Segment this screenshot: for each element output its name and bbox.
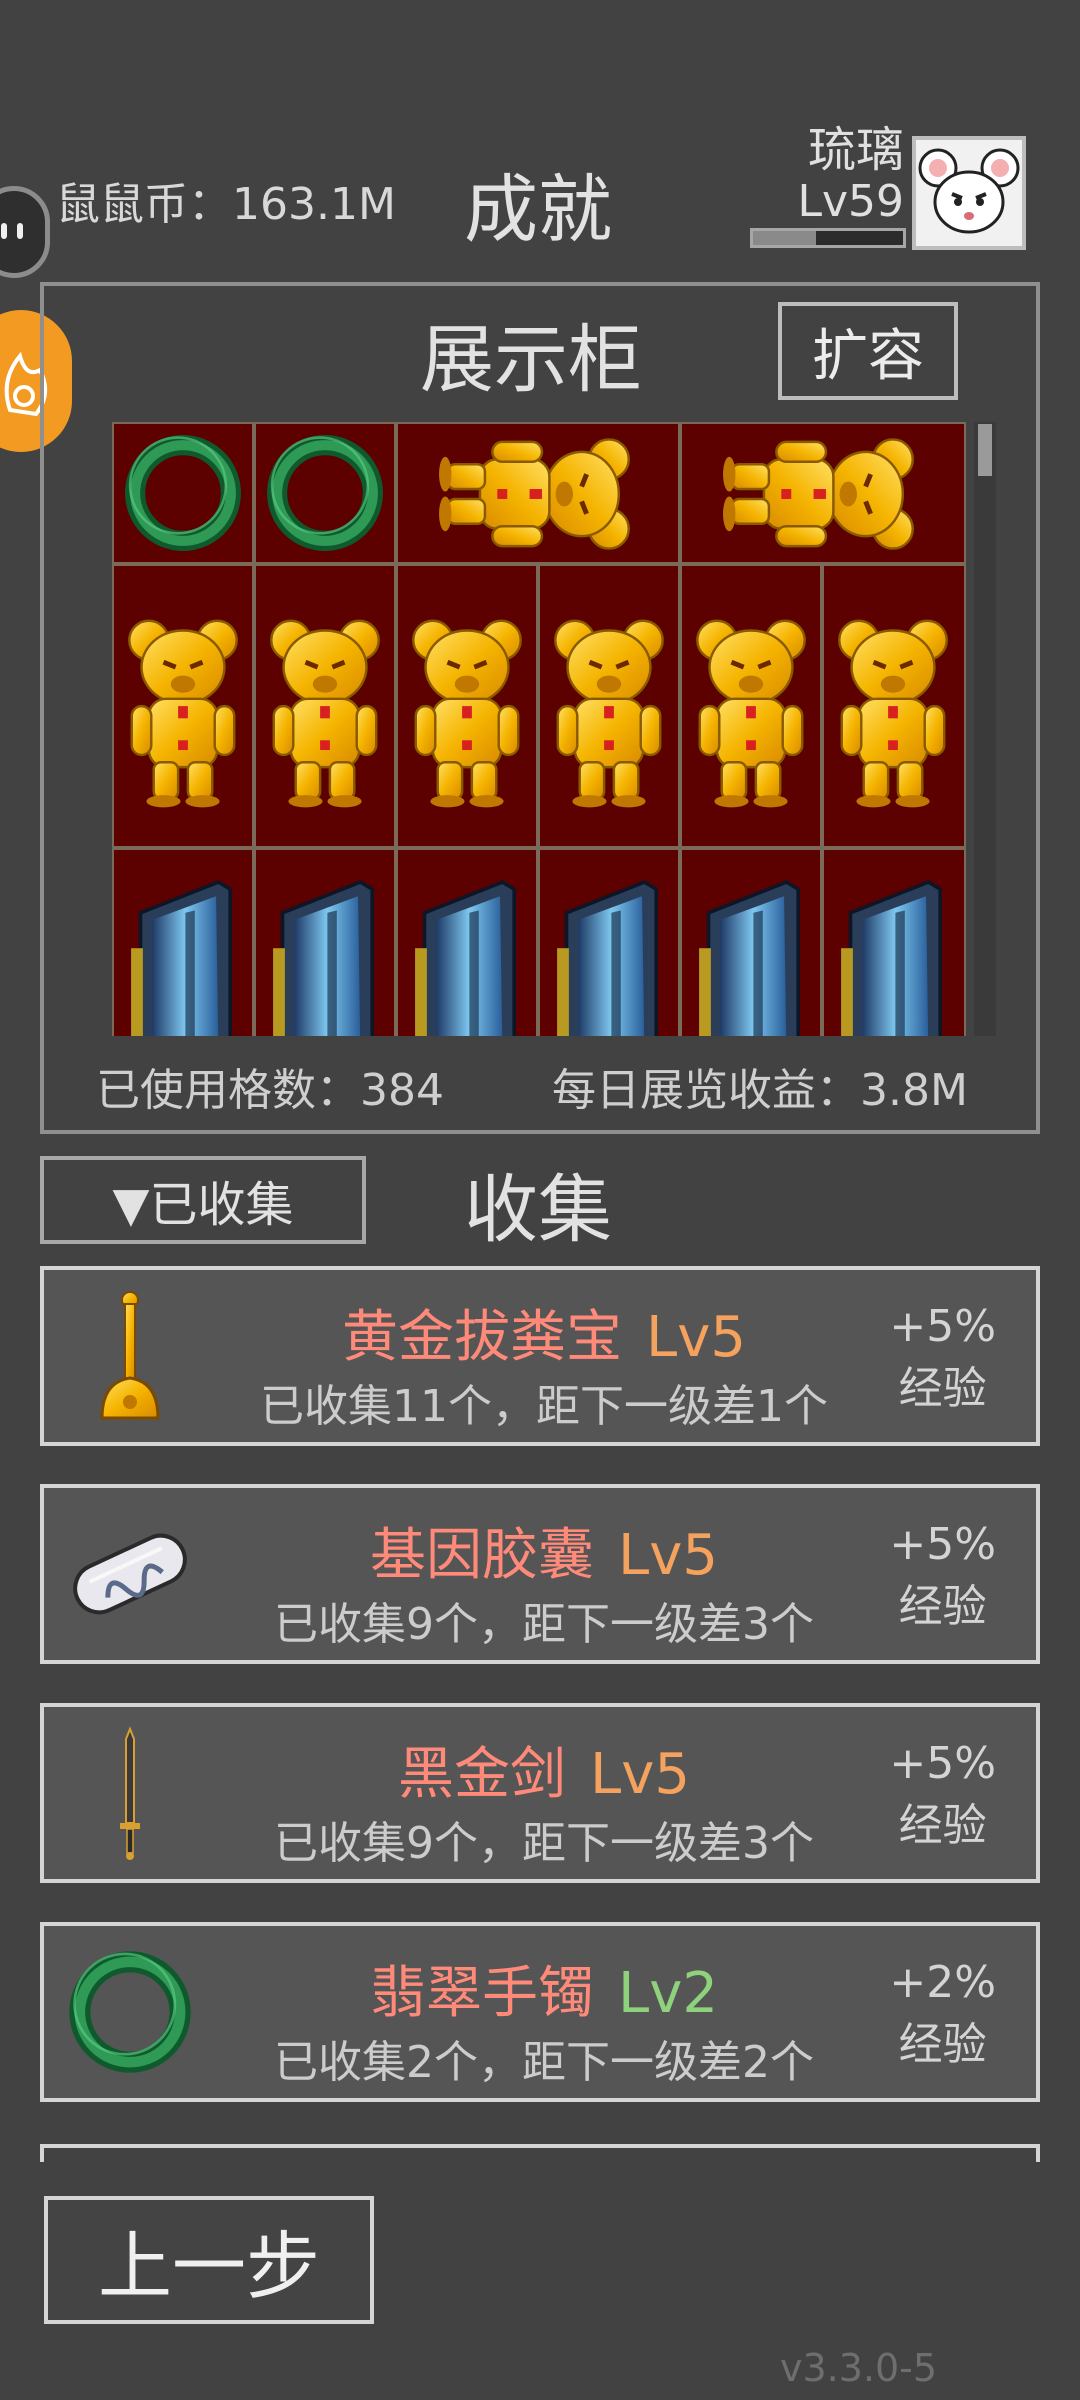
gold-bear-icon	[398, 566, 536, 846]
bonus-type: 经验	[898, 1800, 987, 1851]
xp-progress-fill	[753, 231, 816, 245]
avatar[interactable]	[912, 136, 1026, 250]
item-bonus: +5% 经验	[889, 1733, 996, 1857]
xp-progress-bar	[750, 228, 906, 248]
collection-item[interactable]: 翡翠手镯 Lv2 已收集2个，距下一级差2个 +2% 经验	[40, 1922, 1040, 2102]
collected-filter-dropdown[interactable]: ▼已收集	[40, 1156, 366, 1244]
username: 琉璃	[807, 122, 904, 178]
expand-button[interactable]: 扩容	[778, 302, 958, 400]
gold-bear-lying-icon	[682, 424, 964, 562]
bonus-type: 经验	[898, 2019, 987, 2070]
item-bonus: +5% 经验	[889, 1296, 996, 1420]
jade-bracelet-icon	[114, 424, 252, 562]
graphics-card-icon	[413, 880, 517, 1036]
gold-bear-icon	[682, 566, 820, 846]
collection-item[interactable]: 基因胶囊 Lv5 已收集9个，距下一级差3个 +5% 经验	[40, 1484, 1040, 1664]
bonus-type: 经验	[898, 1581, 987, 1632]
graphics-card-icon	[271, 880, 375, 1036]
showcase-slot[interactable]	[680, 564, 822, 848]
mouse-avatar-icon	[916, 140, 1022, 246]
collection-item-partial[interactable]	[40, 2144, 1040, 2162]
showcase-slot[interactable]	[112, 848, 254, 1036]
item-name: 基因胶囊	[370, 1523, 595, 1588]
bonus-value: +5%	[889, 1301, 996, 1352]
page-title: 成就	[464, 167, 612, 253]
item-bonus: +5% 经验	[889, 1514, 996, 1638]
showcase-slot[interactable]	[396, 564, 538, 848]
showcase-slot[interactable]	[254, 422, 396, 564]
showcase-slot[interactable]	[254, 564, 396, 848]
side-chat-button[interactable]	[0, 186, 50, 278]
item-level: Lv2	[618, 1961, 718, 2026]
graphics-card-icon	[697, 880, 801, 1036]
gold-bear-lying-icon	[398, 424, 678, 562]
robot-face-icon	[1, 223, 23, 239]
showcase-slot[interactable]	[254, 848, 396, 1036]
showcase-slot[interactable]	[396, 422, 680, 564]
used-cells-count: 已使用格数：384	[96, 1065, 444, 1116]
showcase-title: 展示柜	[420, 317, 642, 403]
version-label: v3.3.0-5	[780, 2346, 938, 2390]
item-name: 黑金剑	[398, 1742, 567, 1807]
showcase-slot[interactable]	[538, 848, 680, 1036]
showcase-slot[interactable]	[822, 848, 966, 1036]
gold-bear-icon	[256, 566, 394, 846]
showcase-grid[interactable]	[112, 422, 966, 1036]
graphics-card-icon	[555, 880, 659, 1036]
showcase-slot[interactable]	[680, 848, 822, 1036]
item-name: 黄金拔粪宝	[342, 1305, 623, 1370]
item-bonus: +2% 经验	[889, 1952, 996, 2076]
gold-bear-icon	[114, 566, 252, 846]
showcase-scroll-thumb[interactable]	[978, 424, 992, 476]
item-level: Lv5	[646, 1305, 746, 1370]
showcase-slot[interactable]	[822, 564, 966, 848]
bonus-value: +5%	[889, 1519, 996, 1570]
showcase-slot[interactable]	[112, 564, 254, 848]
graphics-card-icon	[129, 880, 233, 1036]
collection-item[interactable]: 黄金拔粪宝 Lv5 已收集11个，距下一级差1个 +5% 经验	[40, 1266, 1040, 1446]
coins-balance: 鼠鼠币：163.1M	[56, 179, 396, 230]
collection-title: 收集	[464, 1167, 612, 1253]
bonus-value: +5%	[889, 1738, 996, 1789]
item-level: Lv5	[590, 1742, 690, 1807]
player-level: Lv59	[797, 176, 904, 227]
jade-bracelet-icon	[256, 424, 394, 562]
back-button[interactable]: 上一步	[44, 2196, 374, 2324]
graphics-card-icon	[839, 880, 943, 1036]
gold-bear-icon	[540, 566, 678, 846]
showcase-slot[interactable]	[112, 422, 254, 564]
bonus-type: 经验	[898, 1363, 987, 1414]
showcase-slot[interactable]	[680, 422, 966, 564]
collection-item[interactable]: 黑金剑 Lv5 已收集9个，距下一级差3个 +5% 经验	[40, 1703, 1040, 1883]
daily-exhibit-income: 每日展览收益：3.8M	[552, 1065, 968, 1116]
bonus-value: +2%	[889, 1957, 996, 2008]
showcase-slot[interactable]	[538, 564, 680, 848]
item-level: Lv5	[618, 1523, 718, 1588]
item-name: 翡翠手镯	[370, 1961, 595, 2026]
gold-bear-icon	[824, 566, 964, 846]
showcase-slot[interactable]	[396, 848, 538, 1036]
showcase-scrollbar[interactable]	[974, 422, 996, 1036]
